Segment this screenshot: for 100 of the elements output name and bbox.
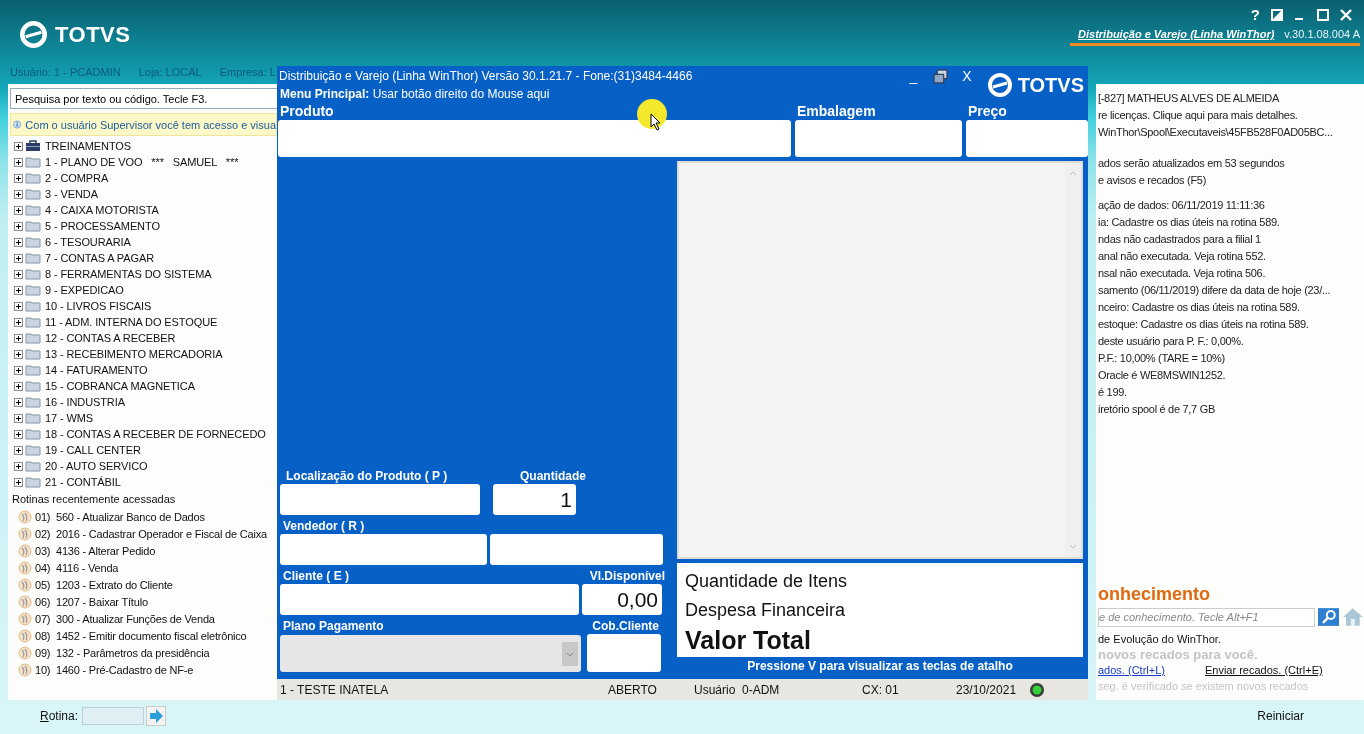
expand-icon[interactable] xyxy=(14,317,23,327)
menu-item[interactable]: 9 - EXPEDICAO xyxy=(45,284,124,296)
recent-routine[interactable]: 03) 4136 - Alterar Pedido xyxy=(35,544,156,557)
input-field[interactable] xyxy=(278,120,791,157)
recent-routine[interactable]: 04) 4116 - Venda xyxy=(35,561,119,574)
menu-item[interactable]: 1 - PLANO DE VOO *** SAMUEL *** xyxy=(45,156,239,168)
recent-routine[interactable]: 10) 1460 - Pré-Cadastro de NF-e xyxy=(35,663,194,676)
menu-item[interactable]: 2 - COMPRA xyxy=(45,172,109,184)
total-label: Despesa Financeira xyxy=(685,599,847,622)
menu-item[interactable]: 20 - AUTO SERVICO xyxy=(45,460,148,472)
arrow-right-icon[interactable] xyxy=(146,706,167,726)
close-icon[interactable] xyxy=(1340,8,1352,21)
recent-routine[interactable]: 05) 1203 - Extrato do Cliente xyxy=(35,578,173,591)
expand-icon[interactable] xyxy=(14,365,23,375)
contrast-icon[interactable] xyxy=(1271,8,1283,21)
menu-item[interactable]: TREINAMENTOS xyxy=(45,140,131,152)
recent-routine[interactable]: 09) 132 - Parâmetros da presidência xyxy=(35,646,210,659)
menu-item[interactable]: 6 - TESOURARIA xyxy=(45,236,131,248)
briefcase-icon xyxy=(25,140,41,152)
menu-item[interactable]: 10 - LIVROS FISCAIS xyxy=(45,300,152,312)
expand-icon[interactable] xyxy=(14,461,23,471)
send-messages-link[interactable]: Enviar recados. (Ctrl+E) xyxy=(1204,664,1323,676)
evolution-text: de Evolução do WinThor. xyxy=(1098,633,1222,645)
read-messages-link[interactable]: ados. (Ctrl+L) xyxy=(1098,664,1165,676)
session-info: Loja: LOCAL xyxy=(138,66,202,78)
message-line: estoque: Cadastre os dias úteis na rotina 589. xyxy=(1098,317,1310,332)
recent-routine[interactable]: 01) 560 - Atualizar Banco de Dados xyxy=(35,510,205,523)
menu-hint: Menu Principal: Usar botão direito do Mouse aqui xyxy=(279,86,551,103)
folder-icon xyxy=(25,460,41,472)
input-field[interactable] xyxy=(280,534,487,565)
input-field[interactable] xyxy=(587,634,661,672)
recent-routine[interactable]: 06) 1207 - Baixar Título xyxy=(35,595,148,608)
recent-routine[interactable]: 08) 1452 - Emitir documento fiscal eletrônico xyxy=(35,629,247,642)
routine-field[interactable] xyxy=(82,707,145,725)
menu-item[interactable]: 7 - CONTAS A PAGAR xyxy=(45,252,155,264)
close-button[interactable]: X xyxy=(962,68,972,84)
menu-item[interactable]: 21 - CONTÁBIL xyxy=(45,476,121,488)
menu-item[interactable]: 18 - CONTAS A RECEBER DE FORNECEDO xyxy=(45,428,266,440)
input-field[interactable] xyxy=(280,484,480,515)
expand-icon[interactable] xyxy=(14,413,23,423)
expand-icon[interactable] xyxy=(14,349,23,359)
routine-icon xyxy=(18,594,32,609)
expand-icon[interactable] xyxy=(14,173,23,183)
message-line: ação de dados: 06/11/2019 11:11:36 xyxy=(1098,198,1266,213)
help-button[interactable]: ? xyxy=(1250,6,1260,23)
expand-icon[interactable] xyxy=(14,157,23,167)
version-label: v.30.1.08.004 A xyxy=(1284,28,1360,40)
expand-icon[interactable] xyxy=(14,205,23,215)
menu-item[interactable]: 14 - FATURAMENTO xyxy=(45,364,148,376)
expand-icon[interactable] xyxy=(14,189,23,199)
routine-icon xyxy=(18,543,32,558)
menu-item[interactable]: 11 - ADM. INTERNA DO ESTOQUE xyxy=(45,316,218,328)
message-line: P.F.: 10,00% (TARE = 10%) xyxy=(1098,351,1226,366)
message-line: e avisos e recados (F5) xyxy=(1098,173,1208,188)
expand-icon[interactable] xyxy=(14,429,23,439)
menu-item[interactable]: 13 - RECEBIMENTO MERCADORIA xyxy=(45,348,223,360)
input-field[interactable] xyxy=(795,120,962,157)
available-value-field[interactable]: 0,00 xyxy=(582,584,662,615)
menu-item[interactable]: 4 - CAIXA MOTORISTA xyxy=(45,204,159,216)
input-field[interactable] xyxy=(280,584,579,615)
input-field[interactable] xyxy=(966,120,1088,157)
restore-icon[interactable] xyxy=(933,68,949,84)
input-field[interactable] xyxy=(490,534,663,565)
expand-icon[interactable] xyxy=(14,221,23,231)
field-label: Localização do Produto ( P ) xyxy=(285,468,449,484)
recent-routine[interactable]: 07) 300 - Atualizar Funções de Venda xyxy=(35,612,215,625)
expand-icon[interactable] xyxy=(14,381,23,391)
status-text: CX: 01 xyxy=(862,682,900,697)
message-line: re licenças. Clique aqui para mais detalhes. xyxy=(1098,108,1299,123)
expand-icon[interactable] xyxy=(14,237,23,247)
message-line: anal não executada. Veja rotina 552. xyxy=(1098,249,1267,264)
menu-item[interactable]: 15 - COBRANCA MAGNETICA xyxy=(45,380,195,392)
expand-icon[interactable] xyxy=(14,397,23,407)
recent-routine[interactable]: 02) 2016 - Cadastrar Operador e Fiscal de Caixa xyxy=(35,527,267,540)
menu-item[interactable]: 5 - PROCESSAMENTO xyxy=(45,220,160,232)
menu-item[interactable]: 17 - WMS xyxy=(45,412,94,424)
folder-icon xyxy=(25,380,41,392)
expand-icon[interactable] xyxy=(14,445,23,455)
field-label: Preço xyxy=(967,103,1007,120)
menu-item[interactable]: 3 - VENDA xyxy=(45,188,98,200)
expand-icon[interactable] xyxy=(14,477,23,487)
menu-item[interactable]: 8 - FERRAMENTAS DO SISTEMA xyxy=(45,268,212,280)
expand-icon[interactable] xyxy=(14,285,23,295)
menu-item[interactable]: 19 - CALL CENTER xyxy=(45,444,141,456)
expand-icon[interactable] xyxy=(14,301,23,311)
minimize-button[interactable]: _ xyxy=(909,68,918,84)
search-field[interactable]: Pesquisa por texto ou código. Tecle F3. xyxy=(10,88,278,109)
quantity-field[interactable]: 1 xyxy=(493,484,576,515)
expand-icon[interactable] xyxy=(14,333,23,343)
menu-item[interactable]: 12 - CONTAS A RECEBER xyxy=(45,332,176,344)
restart-button[interactable]: Reiniciar xyxy=(1257,709,1304,723)
message-line: ia: Cadastre os dias úteis na rotina 589. xyxy=(1098,215,1281,230)
product-link[interactable]: Distribuição e Varejo (Linha WinThor) xyxy=(1078,28,1275,40)
expand-icon[interactable] xyxy=(14,253,23,263)
menu-item[interactable]: 16 - INDUSTRIA xyxy=(45,396,125,408)
expand-icon[interactable] xyxy=(14,269,23,279)
knowledge-search-field[interactable]: e de conhecimento. Tecle Alt+F1 xyxy=(1098,607,1315,627)
maximize-icon[interactable] xyxy=(1317,8,1329,21)
search-icon[interactable] xyxy=(1317,608,1340,626)
expand-icon[interactable] xyxy=(14,141,23,151)
